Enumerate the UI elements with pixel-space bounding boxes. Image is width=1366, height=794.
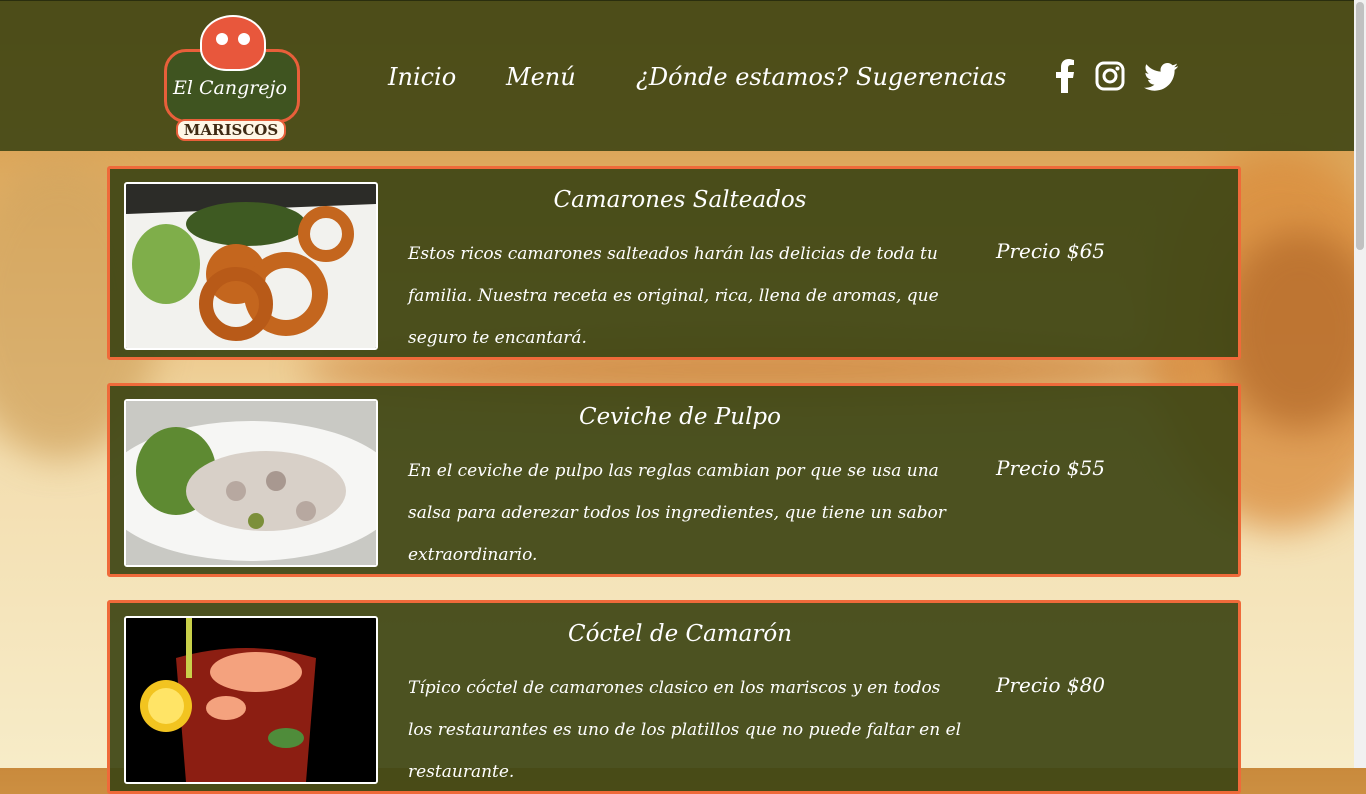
nav-inicio[interactable]: Inicio <box>388 63 456 91</box>
twitter-icon[interactable] <box>1144 63 1179 95</box>
dish-title: Camarones Salteados <box>553 187 807 213</box>
menu-card: Ceviche de Pulpo En el ceviche de pulpo … <box>107 383 1241 577</box>
menu-card: Camarones Salteados Estos ricos camarone… <box>107 166 1241 360</box>
brand-tagline: MARISCOS <box>176 119 286 141</box>
dish-description: Estos ricos camarones salteados harán la… <box>408 244 939 348</box>
instagram-icon[interactable] <box>1095 61 1125 95</box>
dish-price: Precio $55 <box>996 456 1106 480</box>
dish-photo[interactable] <box>124 399 378 567</box>
nav-sugerencias[interactable]: Sugerencias <box>856 63 1006 91</box>
nav-donde-estamos[interactable]: ¿Dónde estamos? <box>636 63 848 91</box>
dish-title: Cóctel de Camarón <box>568 621 792 647</box>
facebook-icon[interactable] <box>1054 59 1076 97</box>
nav-menu[interactable]: Menú <box>506 63 576 91</box>
page-scrollbar[interactable] <box>1354 0 1366 768</box>
menu-card: Cóctel de Camarón Típico cóctel de camar… <box>107 600 1241 794</box>
dish-photo[interactable] <box>124 616 378 784</box>
dish-description: En el ceviche de pulpo las reglas cambia… <box>408 461 946 565</box>
crab-mascot-icon <box>200 15 266 71</box>
brand-logo[interactable]: El Cangrejo MARISCOS <box>160 11 302 141</box>
site-header: El Cangrejo MARISCOS Inicio Menú ¿Dónde … <box>0 0 1354 151</box>
dish-price: Precio $65 <box>996 239 1106 263</box>
dish-photo[interactable] <box>124 182 378 350</box>
scrollbar-thumb[interactable] <box>1356 2 1364 250</box>
dish-description: Típico cóctel de camarones clasico en lo… <box>408 678 962 782</box>
dish-price: Precio $80 <box>996 673 1106 697</box>
brand-name: El Cangrejo <box>173 77 287 99</box>
dish-title: Ceviche de Pulpo <box>578 404 782 430</box>
